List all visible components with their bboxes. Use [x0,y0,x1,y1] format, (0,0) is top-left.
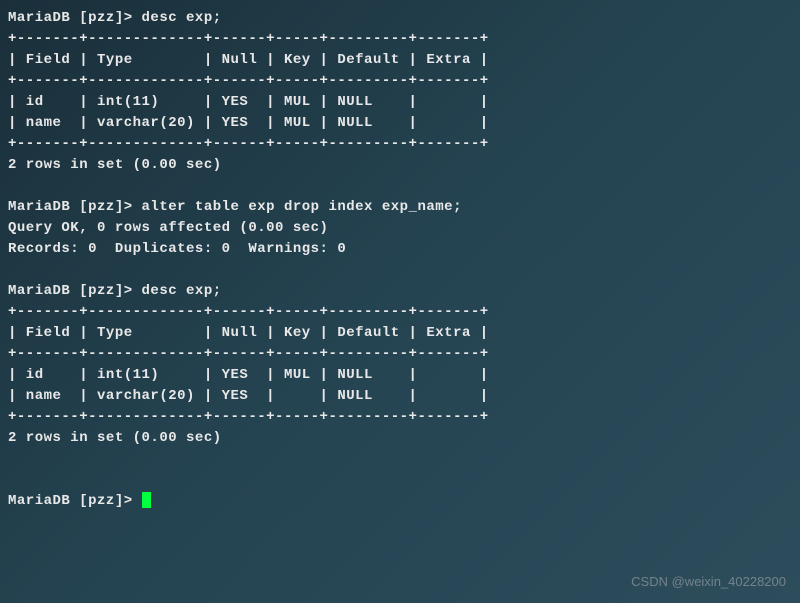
table-row: | name | varchar(20) | YES | | NULL | | [8,386,792,407]
blank-line [8,470,792,491]
result-line: Query OK, 0 rows affected (0.00 sec) [8,218,792,239]
watermark-text: CSDN @weixin_40228200 [631,572,786,592]
blank-line [8,176,792,197]
table-header: | Field | Type | Null | Key | Default | … [8,323,792,344]
prompt-line-4[interactable]: MariaDB [pzz]> [8,491,792,512]
result-line: 2 rows in set (0.00 sec) [8,428,792,449]
table-header: | Field | Type | Null | Key | Default | … [8,50,792,71]
table-row: | id | int(11) | YES | MUL | NULL | | [8,365,792,386]
table-border: +-------+-------------+------+-----+----… [8,29,792,50]
table-border: +-------+-------------+------+-----+----… [8,71,792,92]
cursor-icon [142,492,151,508]
blank-line [8,449,792,470]
table-row: | name | varchar(20) | YES | MUL | NULL … [8,113,792,134]
result-line: Records: 0 Duplicates: 0 Warnings: 0 [8,239,792,260]
prompt-text: MariaDB [pzz]> [8,493,142,509]
table-border: +-------+-------------+------+-----+----… [8,344,792,365]
prompt-line-3: MariaDB [pzz]> desc exp; [8,281,792,302]
table-row: | id | int(11) | YES | MUL | NULL | | [8,92,792,113]
result-line: 2 rows in set (0.00 sec) [8,155,792,176]
prompt-line-2: MariaDB [pzz]> alter table exp drop inde… [8,197,792,218]
table-border: +-------+-------------+------+-----+----… [8,407,792,428]
prompt-line-1: MariaDB [pzz]> desc exp; [8,8,792,29]
table-border: +-------+-------------+------+-----+----… [8,302,792,323]
blank-line [8,260,792,281]
table-border: +-------+-------------+------+-----+----… [8,134,792,155]
